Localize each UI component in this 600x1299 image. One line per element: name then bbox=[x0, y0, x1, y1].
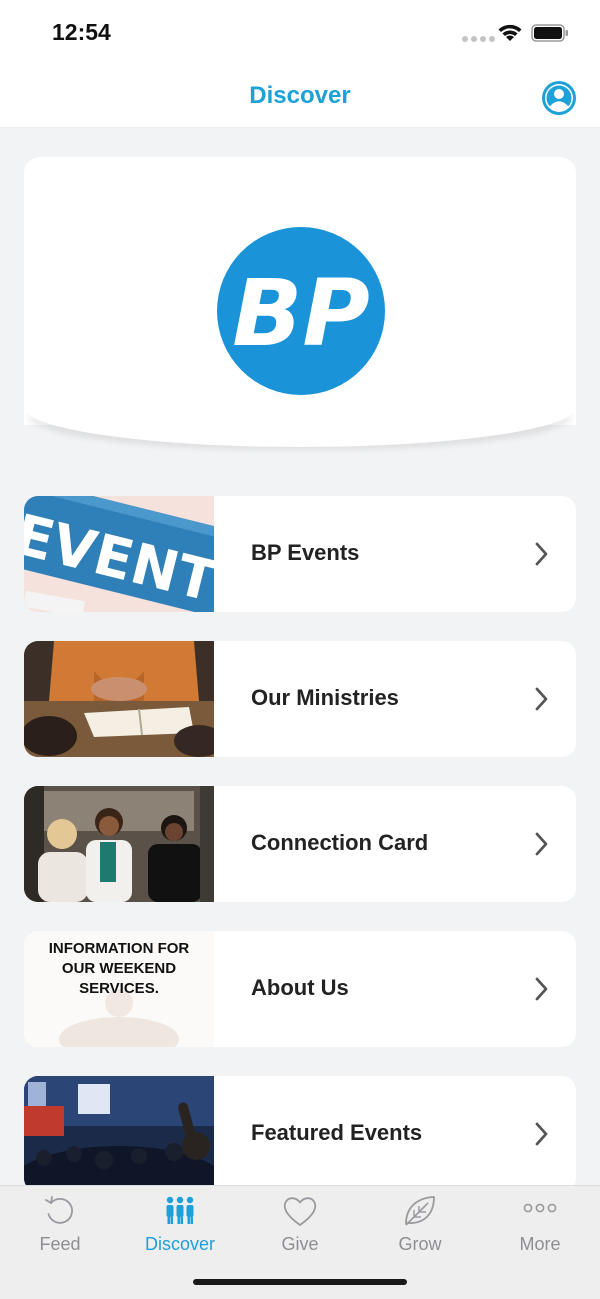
profile-icon[interactable] bbox=[541, 80, 577, 116]
tab-label: Feed bbox=[39, 1234, 81, 1254]
about-thumb-line-2: OUR WEEKEND bbox=[62, 960, 176, 977]
list-item-about-us[interactable]: INFORMATION FOR OUR WEEKEND SERVICES. Ab… bbox=[24, 931, 576, 1047]
leaf-icon bbox=[405, 1196, 435, 1226]
about-us-thumbnail: INFORMATION FOR OUR WEEKEND SERVICES. bbox=[24, 931, 214, 1047]
chevron-right-icon bbox=[535, 1122, 548, 1146]
events-thumbnail: EVENTS bbox=[24, 496, 214, 612]
tab-label: More bbox=[519, 1234, 561, 1254]
logo-text: BP bbox=[232, 260, 370, 367]
status-time: 12:54 bbox=[52, 19, 111, 45]
tab-feed[interactable]: Feed bbox=[0, 1186, 120, 1266]
nav-bar: Discover bbox=[0, 64, 600, 128]
list-item-label: Connection Card bbox=[251, 830, 429, 855]
tab-label: Grow bbox=[398, 1234, 442, 1254]
list-item-bp-events[interactable]: EVENTS BP Events bbox=[24, 496, 576, 612]
page-title: Discover bbox=[249, 82, 351, 109]
tab-give[interactable]: Give bbox=[240, 1186, 360, 1266]
list-item-our-ministries[interactable]: Our Ministries bbox=[24, 641, 576, 757]
list-item-label: BP Events bbox=[251, 540, 360, 565]
featured-events-thumbnail bbox=[24, 1076, 214, 1192]
connection-card-thumbnail bbox=[24, 786, 214, 902]
list-item-label: Our Ministries bbox=[251, 685, 399, 710]
chevron-right-icon bbox=[535, 977, 548, 1001]
chevron-right-icon bbox=[535, 542, 548, 566]
heart-icon bbox=[283, 1197, 317, 1226]
battery-icon bbox=[531, 24, 568, 42]
refresh-icon bbox=[45, 1196, 73, 1224]
tab-label: Give bbox=[281, 1234, 319, 1254]
ministries-thumbnail bbox=[24, 641, 214, 757]
chevron-right-icon bbox=[535, 687, 548, 711]
people-icon bbox=[166, 1196, 194, 1224]
church-logo: BP bbox=[217, 227, 385, 395]
tab-discover[interactable]: Discover bbox=[120, 1186, 240, 1266]
wifi-icon bbox=[498, 24, 522, 41]
list-item-featured-events[interactable]: Featured Events bbox=[24, 1076, 576, 1192]
signal-icon bbox=[462, 36, 495, 42]
list-item-label: Featured Events bbox=[251, 1120, 423, 1145]
home-indicator[interactable] bbox=[193, 1279, 407, 1285]
list-item-label: About Us bbox=[251, 975, 349, 1000]
about-thumb-line-3: SERVICES. bbox=[79, 980, 159, 997]
about-thumb-line-1: INFORMATION FOR bbox=[49, 940, 190, 957]
status-bar: 12:54 bbox=[0, 0, 600, 64]
list-item-connection-card[interactable]: Connection Card bbox=[24, 786, 576, 902]
more-dots-icon bbox=[523, 1203, 557, 1213]
tab-label: Discover bbox=[144, 1234, 215, 1254]
tab-more[interactable]: More bbox=[480, 1186, 600, 1266]
tab-grow[interactable]: Grow bbox=[360, 1186, 480, 1266]
hero-banner: BP bbox=[24, 157, 576, 447]
chevron-right-icon bbox=[535, 832, 548, 856]
